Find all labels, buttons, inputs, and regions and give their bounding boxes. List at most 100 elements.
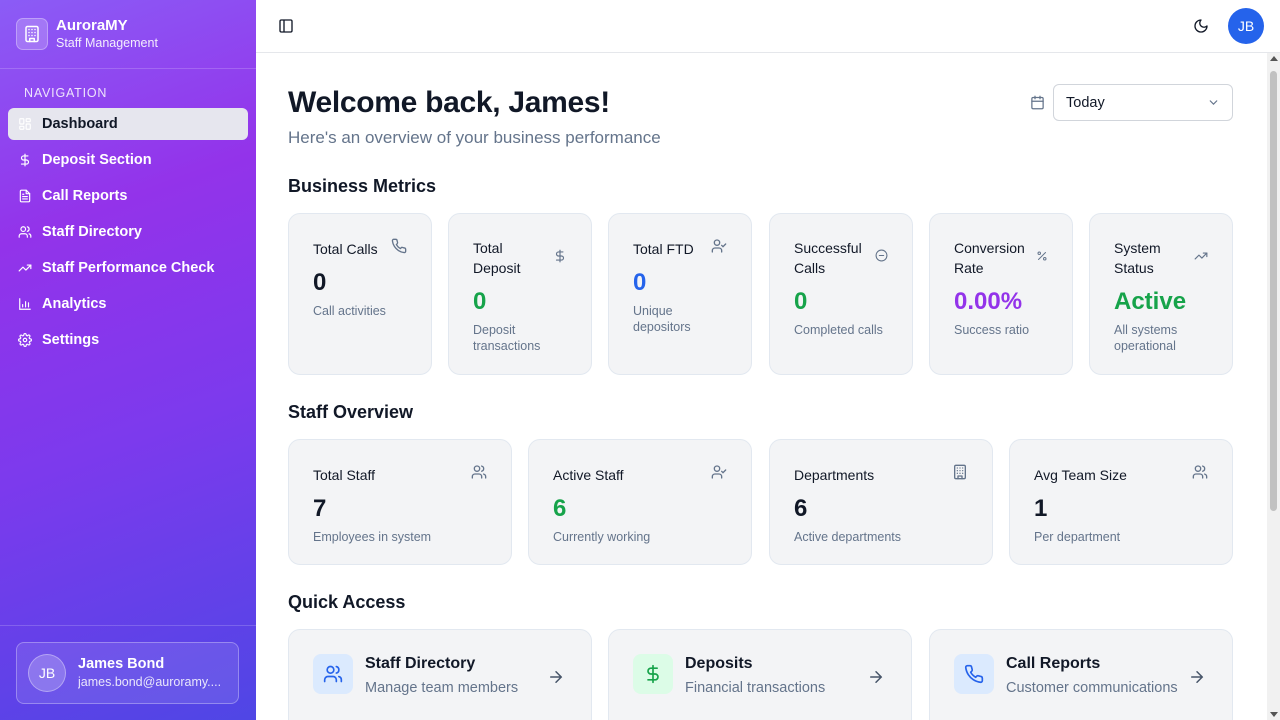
metric-description: Completed calls xyxy=(794,323,883,337)
avatar[interactable]: JB xyxy=(1228,8,1264,44)
phone-icon xyxy=(954,654,994,694)
sidebar-item-call-reports[interactable]: Call Reports xyxy=(8,180,248,212)
metric-description: Success ratio xyxy=(954,323,1030,337)
sidebar-divider xyxy=(0,625,256,626)
metric-value: 6 xyxy=(553,495,567,522)
theme-toggle-button[interactable] xyxy=(1191,16,1211,36)
phone-icon xyxy=(391,238,407,259)
metric-value: 0 xyxy=(473,288,487,315)
quick-access-title: Call Reports xyxy=(1006,655,1101,672)
quick-access-call-reports[interactable]: Call Reports Customer communications xyxy=(929,629,1233,720)
metric-value: Active xyxy=(1114,288,1187,315)
file-text-icon xyxy=(18,189,32,203)
metric-card-total-deposit: Total Deposit 0 Deposit transactions xyxy=(448,213,592,375)
metric-value: 0 xyxy=(313,269,327,296)
quick-access-staff-directory[interactable]: Staff Directory Manage team members xyxy=(288,629,592,720)
metric-label: Conversion Rate xyxy=(954,240,1025,276)
metric-description: Per department xyxy=(1034,530,1121,544)
moon-icon xyxy=(1194,19,1208,33)
sidebar-item-label: Settings xyxy=(42,332,100,348)
sidebar-item-deposit-section[interactable]: Deposit Section xyxy=(8,144,248,176)
quick-access-description: Financial transactions xyxy=(685,680,826,696)
trending-up-icon xyxy=(18,261,32,275)
scroll-up-arrow[interactable] xyxy=(1269,56,1278,61)
sidebar-toggle-button[interactable] xyxy=(276,16,296,36)
percent-icon xyxy=(1036,249,1048,267)
quick-access-title: Deposits xyxy=(685,655,753,672)
metric-value: 7 xyxy=(313,495,327,522)
brand-subtitle: Staff Management xyxy=(56,36,158,50)
dashboard-icon xyxy=(18,117,32,131)
sidebar-item-analytics[interactable]: Analytics xyxy=(8,288,248,320)
sidebar-item-dashboard[interactable]: Dashboard xyxy=(8,108,248,140)
scroll-down-arrow[interactable] xyxy=(1269,712,1278,717)
arrow-right-icon xyxy=(547,668,565,691)
metric-description: Currently working xyxy=(553,530,651,544)
arrow-right-icon xyxy=(867,668,885,691)
metric-label: Total Staff xyxy=(313,466,376,483)
metric-label: Successful Calls xyxy=(794,240,862,276)
metric-label: Total FTD xyxy=(633,240,694,257)
panel-left-icon xyxy=(279,19,293,33)
user-check-icon xyxy=(711,238,727,259)
user-name: James Bond xyxy=(78,656,165,672)
users-icon xyxy=(471,464,487,485)
metric-value: 0 xyxy=(633,269,647,296)
users-icon xyxy=(1192,464,1208,485)
dollar-icon xyxy=(633,654,673,694)
users-icon xyxy=(18,225,32,239)
building-icon xyxy=(952,464,968,485)
metric-label: Active Staff xyxy=(553,466,624,483)
metric-card-system-status: System Status Active All systems operati… xyxy=(1089,213,1233,375)
metric-label: Total Deposit xyxy=(473,240,521,276)
sidebar: AuroraMY Staff Management NAVIGATION Das… xyxy=(0,0,256,720)
user-email: james.bond@auroramy.... xyxy=(78,675,222,689)
date-range-select[interactable]: Today xyxy=(1053,84,1233,121)
section-title-business-metrics: Business Metrics xyxy=(288,176,437,196)
calendar-icon xyxy=(1030,95,1045,115)
metric-description: Employees in system xyxy=(313,530,432,544)
gear-icon xyxy=(18,333,32,347)
avatar: JB xyxy=(28,654,66,692)
sidebar-item-label: Staff Performance Check xyxy=(42,260,215,276)
metric-description: All systems operational xyxy=(1114,323,1178,353)
section-title-staff-overview: Staff Overview xyxy=(288,402,414,422)
metric-card-total-calls: Total Calls 0 Call activities xyxy=(288,213,432,375)
quick-access-description: Customer communications xyxy=(1006,680,1178,696)
metric-label: Avg Team Size xyxy=(1034,466,1127,483)
metric-card-successful-calls: Successful Calls 0 Completed calls xyxy=(769,213,913,375)
metric-card-total-ftd: Total FTD 0 Unique depositors xyxy=(608,213,752,375)
metric-label: System Status xyxy=(1114,240,1161,276)
trending-up-icon xyxy=(1194,249,1208,268)
top-bar: JB xyxy=(256,0,1280,53)
user-check-icon xyxy=(711,464,727,485)
page-title: Welcome back, James! xyxy=(288,86,610,119)
dollar-icon xyxy=(553,249,567,268)
brand-title: AuroraMY xyxy=(56,17,128,34)
date-range-value: Today xyxy=(1066,94,1105,111)
brand[interactable]: AuroraMY Staff Management xyxy=(0,0,256,69)
metric-description: Call activities xyxy=(313,304,386,318)
staff-card-avg-team-size: Avg Team Size 1 Per department xyxy=(1009,439,1233,565)
building-icon xyxy=(16,18,48,50)
quick-access-deposits[interactable]: Deposits Financial transactions xyxy=(608,629,912,720)
staff-card-departments: Departments 6 Active departments xyxy=(769,439,993,565)
main-content: Welcome back, James! Here's an overview … xyxy=(256,53,1267,720)
sidebar-item-staff-directory[interactable]: Staff Directory xyxy=(8,216,248,248)
section-title-quick-access: Quick Access xyxy=(288,592,406,612)
chevron-down-icon xyxy=(1209,100,1218,105)
bar-chart-icon xyxy=(18,297,32,311)
metric-value: 1 xyxy=(1034,495,1048,522)
metric-description: Deposit transactions xyxy=(473,323,541,353)
scrollbar-thumb[interactable] xyxy=(1270,71,1277,511)
nav-section-label: NAVIGATION xyxy=(24,86,108,100)
main-scrollbar[interactable] xyxy=(1267,53,1280,720)
metric-value: 0 xyxy=(794,288,808,315)
metric-value: 0.00% xyxy=(954,288,1023,315)
dollar-icon xyxy=(18,153,32,167)
page-subtitle: Here's an overview of your business perf… xyxy=(288,128,661,147)
user-profile-card[interactable]: JB James Bond james.bond@auroramy.... xyxy=(16,642,239,704)
sidebar-item-staff-performance-check[interactable]: Staff Performance Check xyxy=(8,252,248,284)
users-icon xyxy=(313,654,353,694)
sidebar-item-settings[interactable]: Settings xyxy=(8,324,248,356)
